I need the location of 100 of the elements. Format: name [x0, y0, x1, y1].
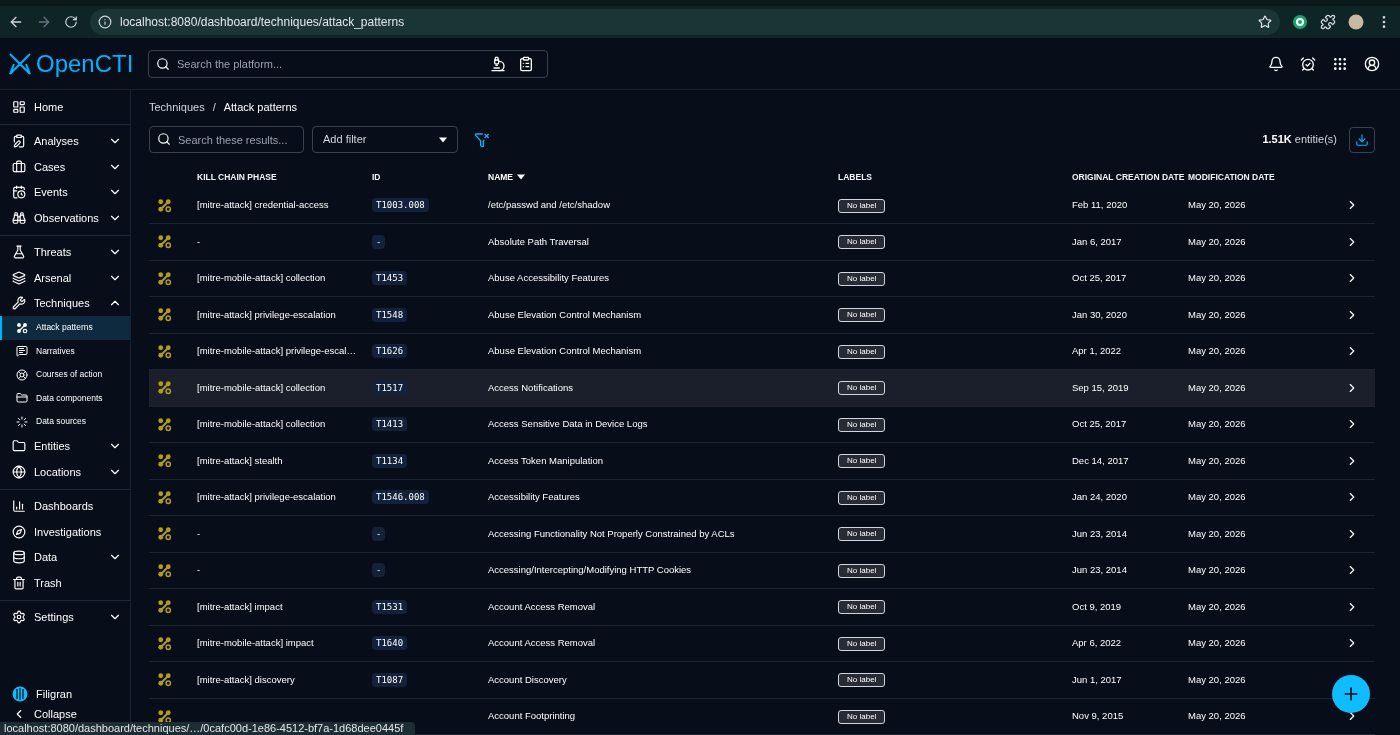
attack-pattern-icon	[157, 380, 172, 396]
sidebar-item[interactable]: Threats	[0, 239, 130, 265]
sparkle-icon	[16, 415, 28, 428]
id-chip: T1453	[372, 271, 408, 285]
table-cell-text: May 20, 2026	[1188, 672, 1247, 687]
add-button[interactable]	[1332, 675, 1370, 713]
sidebar-item[interactable]: Data	[0, 544, 130, 570]
star-icon[interactable]	[1258, 15, 1272, 29]
table-cell-text: Jan 24, 2020	[1072, 490, 1128, 505]
microscope-icon[interactable]	[490, 55, 506, 72]
sidebar-item[interactable]: Trash	[0, 570, 130, 596]
table-cell-text: Abuse Accessibility Features	[488, 271, 610, 286]
id-chip: T1531	[372, 599, 408, 614]
table-row[interactable]: [mitre-attack] privilege-escalation T1546.008 Accessibility Features No label Jan 24, 2020 May 20, 2026	[149, 479, 1375, 516]
table-cell: [mitre-mobile-attack] impact	[197, 637, 314, 649]
table-cell: [mitre-mobile-attack] privilege-escal…	[197, 345, 356, 357]
download-icon	[1355, 132, 1369, 147]
sidebar-item[interactable]: Locations	[0, 459, 130, 485]
attack-pattern-icon	[157, 234, 172, 250]
sidebar-subitem[interactable]: Data components	[0, 386, 130, 410]
sidebar-item[interactable]: Observations	[0, 205, 130, 231]
attack-pattern-icon	[157, 307, 172, 323]
attack-pattern-icon	[157, 672, 172, 688]
apps-icon[interactable]	[1332, 55, 1348, 72]
address-bar[interactable]: localhost:8080/dashboard/techniques/attack_patterns	[90, 9, 1280, 35]
table-cell-text: Nov 9, 2015	[1072, 709, 1125, 724]
id-chip: T1640	[372, 636, 408, 650]
table-cell-text: Accessing/Intercepting/Modifying HTTP Cookies	[488, 563, 693, 578]
filter-select[interactable]: Add filter	[312, 126, 458, 153]
sidebar-item[interactable]: Techniques	[0, 290, 130, 316]
breadcrumb-separator: /	[212, 99, 216, 115]
logo-icon	[8, 51, 32, 76]
attack-pattern-icon	[157, 270, 172, 286]
alarm-icon[interactable]	[1300, 55, 1316, 72]
results-search-field[interactable]: Search these results...	[149, 126, 304, 153]
table-row[interactable]: [mitre-mobile-attack] impact T1640 Account Access Removal No label Apr 6, 2022 May 20, 2026	[149, 625, 1375, 662]
sidebar-item[interactable]: Events	[0, 179, 130, 205]
table-cell-text: May 20, 2026	[1188, 636, 1247, 651]
table-row[interactable]: [mitre-mobile-attack] collection T1453 Abuse Accessibility Features No label Oct 25, 2017 May 20, 2026	[149, 260, 1375, 297]
label-chip: No label	[838, 417, 886, 432]
table-cell-text: May 20, 2026	[1188, 563, 1247, 578]
table-row[interactable]: - - Absolute Path Traversal No label Jan 6, 2017 May 20, 2026	[149, 224, 1375, 261]
export-button[interactable]	[1349, 126, 1375, 153]
search-field[interactable]: Search the platform...	[148, 49, 548, 78]
extension-icon[interactable]	[1292, 14, 1308, 30]
table-cell-text: Accessing Functionality Not Properly Constrained by ACLs	[488, 526, 736, 541]
table-cell-text: Access Sensitive Data in Device Logs	[488, 417, 649, 432]
forward-icon[interactable]	[36, 14, 52, 30]
column-header[interactable]: MODIFICATION DATE	[1188, 170, 1345, 184]
table-cell: -	[197, 527, 201, 539]
breadcrumb-item[interactable]: Techniques	[149, 98, 205, 116]
sidebar-item[interactable]: Investigations	[0, 519, 130, 545]
sidebar-item[interactable]: Entities	[0, 433, 130, 459]
table-cell: -	[197, 235, 201, 247]
table-row[interactable]: - - Accessing/Intercepting/Modifying HTTP Cookies No label Jun 23, 2014 May 20, 2026	[149, 552, 1375, 589]
sidebar-item[interactable]: Arsenal	[0, 265, 130, 291]
id-chip: -	[372, 526, 386, 541]
column-header[interactable]: ID	[372, 170, 488, 184]
table-row[interactable]: [mitre-attack] stealth T1134 Access Token Manipulation No label Dec 14, 2017 May 20, 2026	[149, 443, 1375, 480]
table-row[interactable]: - - Accessing Functionality Not Properly Constrained by ACLs No label Jun 23, 2014 May 20, 2026	[149, 516, 1375, 553]
sidebar-item[interactable]: Dashboards	[0, 493, 130, 519]
clear-filters-icon[interactable]	[474, 131, 490, 148]
account-icon[interactable]	[1364, 55, 1380, 72]
column-header[interactable]: LABELS	[838, 170, 1072, 184]
avatar-icon[interactable]	[1348, 14, 1364, 30]
sidebar-item[interactable]: Cases	[0, 154, 130, 180]
table-row[interactable]: [mitre-attack] impact T1531 Account Access Removal No label Oct 9, 2019 May 20, 2026	[149, 589, 1375, 626]
attack-pattern-icon	[157, 526, 172, 542]
table-row[interactable]: [mitre-mobile-attack] collection T1413 Access Sensitive Data in Device Logs No label Oct 25, 2017 May 20, 2026	[149, 406, 1375, 443]
table-cell-text: Apr 6, 2022	[1072, 636, 1123, 651]
sidebar-item[interactable]: Home	[0, 94, 130, 120]
sidebar-subitem[interactable]: Narratives	[0, 339, 130, 363]
info-icon[interactable]	[98, 15, 112, 29]
sidebar-subitem[interactable]: Courses of action	[0, 363, 130, 387]
table-row[interactable]: [mitre-attack] credential-access T1003.008 /etc/passwd and /etc/shadow No label Feb 11, 2020 May 20, 2026	[149, 187, 1375, 224]
id-chip: T1517	[372, 380, 408, 395]
notifications-icon[interactable]	[1268, 55, 1284, 72]
sidebar-subitem[interactable]: Attack patterns	[0, 316, 130, 340]
entity-count: 1.51K entitie(s)	[1262, 132, 1337, 148]
back-icon[interactable]	[8, 14, 24, 30]
column-header[interactable]: ORIGINAL CREATION DATE	[1072, 170, 1188, 184]
reload-icon[interactable]	[64, 15, 78, 29]
puzzle-icon[interactable]	[1320, 14, 1336, 30]
table-cell-text: Access Notifications	[488, 380, 574, 395]
folder-icon	[16, 392, 28, 405]
clipboard-icon[interactable]	[518, 55, 534, 72]
sidebar-item[interactable]: Analyses	[0, 128, 130, 154]
attack-pattern-icon	[157, 599, 172, 615]
collapse-button[interactable]: Collapse	[0, 706, 130, 722]
column-header[interactable]: KILL CHAIN PHASE	[197, 170, 372, 184]
sidebar-subitem[interactable]: Data sources	[0, 410, 130, 434]
label-chip: No label	[838, 235, 886, 250]
table-cell-text: Feb 11, 2020	[1072, 198, 1129, 213]
sidebar-item[interactable]: Settings	[0, 604, 130, 630]
table-cell-text: Access Token Manipulation	[488, 453, 604, 468]
table-row[interactable]: [mitre-mobile-attack] collection T1517 Access Notifications No label Sep 15, 2019 May 20, 2026	[149, 370, 1375, 407]
id-chip: T1003.008	[372, 198, 429, 212]
caret-icon	[439, 136, 447, 143]
table-row[interactable]: [mitre-attack] privilege-escalation T1548 Abuse Elevation Control Mechanism No label Jan 30, 2020 May 20, 2026	[149, 297, 1375, 334]
column-header[interactable]: NAME	[488, 170, 838, 184]
